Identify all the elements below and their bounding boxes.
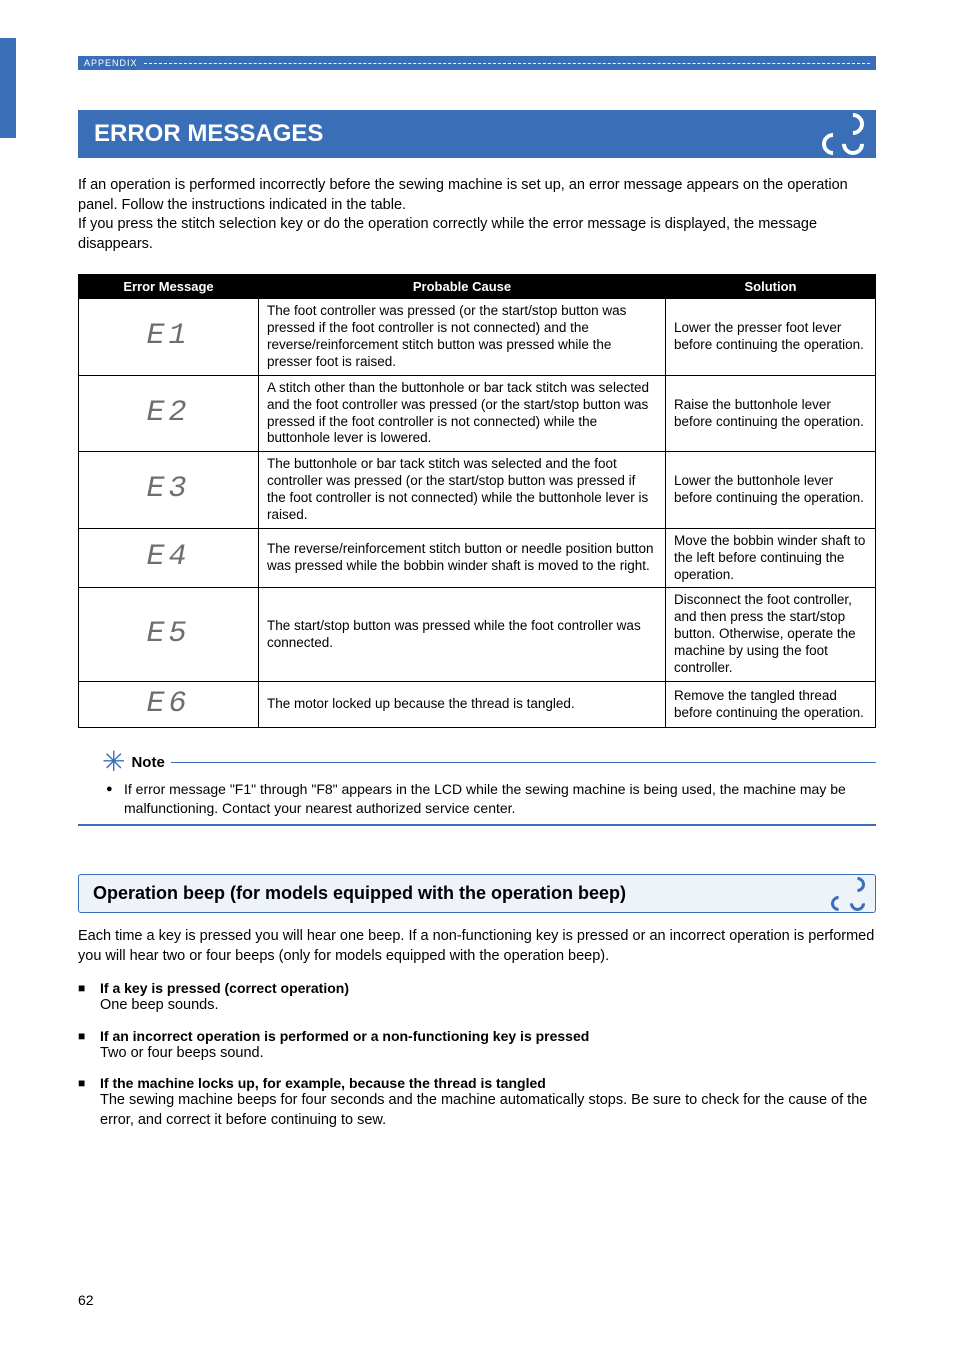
subsection-intro: Each time a key is pressed you will hear… [78, 927, 876, 966]
cell-code: E4 [79, 528, 259, 588]
error-code: E4 [146, 540, 190, 574]
intro-line: If an operation is performed incorrectly… [78, 176, 876, 215]
cell-cause: The reverse/reinforcement stitch button … [259, 528, 666, 588]
error-code: E2 [146, 396, 190, 430]
cell-solution: Lower the presser foot lever before cont… [666, 299, 876, 376]
error-code: E1 [146, 319, 190, 353]
subsection-title-banner: Operation beep (for models equipped with… [78, 874, 876, 913]
list-item-body: Two or four beeps sound. [100, 1044, 876, 1064]
cell-code: E5 [79, 588, 259, 681]
table-row: E3 The buttonhole or bar tack stitch was… [79, 452, 876, 529]
th-error-message: Error Message [79, 275, 259, 299]
note-label: Note [131, 754, 164, 771]
cell-cause: The motor locked up because the thread i… [259, 681, 666, 728]
header-bar: APPENDIX [78, 56, 876, 70]
header-dash-line [144, 63, 870, 64]
note-block: ✳ Note If error message "F1" through "F8… [78, 748, 876, 826]
table-header-row: Error Message Probable Cause Solution [79, 275, 876, 299]
cell-cause: A stitch other than the buttonhole or ba… [259, 375, 666, 452]
cell-solution: Remove the tangled thread before continu… [666, 681, 876, 728]
note-text: If error message "F1" through "F8" appea… [106, 780, 876, 818]
cell-solution: Disconnect the foot controller, and then… [666, 588, 876, 681]
error-messages-table: Error Message Probable Cause Solution E1… [78, 274, 876, 728]
table-row: E5 The start/stop button was pressed whi… [79, 588, 876, 681]
table-row: E1 The foot controller was pressed (or t… [79, 299, 876, 376]
list-item-title: If the machine locks up, for example, be… [100, 1075, 876, 1091]
list-item: If the machine locks up, for example, be… [78, 1075, 876, 1130]
note-heading: ✳ Note [102, 748, 876, 776]
cell-solution: Raise the buttonhole lever before contin… [666, 375, 876, 452]
table-row: E4 The reverse/reinforcement stitch butt… [79, 528, 876, 588]
section-title-banner: ERROR MESSAGES [78, 110, 876, 158]
cell-code: E6 [79, 681, 259, 728]
intro-paragraph: If an operation is performed incorrectly… [78, 176, 876, 254]
header-section-label: APPENDIX [78, 58, 138, 68]
list-item-title: If a key is pressed (correct operation) [100, 980, 876, 996]
intro-line: If you press the stitch selection key or… [78, 215, 876, 254]
list-item-body: One beep sounds. [100, 996, 876, 1016]
banner-decoration-icon [820, 111, 866, 157]
error-code: E5 [146, 617, 190, 651]
cell-code: E2 [79, 375, 259, 452]
th-probable-cause: Probable Cause [259, 275, 666, 299]
list-item: If an incorrect operation is performed o… [78, 1028, 876, 1064]
list-item: If a key is pressed (correct operation) … [78, 980, 876, 1016]
error-code: E3 [146, 472, 190, 506]
note-bottom-line [78, 824, 876, 826]
list-item-body: The sewing machine beeps for four second… [100, 1091, 876, 1130]
list-item-title: If an incorrect operation is performed o… [100, 1028, 876, 1044]
note-head-line [171, 762, 876, 763]
cell-code: E1 [79, 299, 259, 376]
note-icon: ✳ [102, 748, 125, 776]
subsection-title: Operation beep (for models equipped with… [93, 883, 626, 903]
page-number: 62 [78, 1292, 94, 1308]
cell-solution: Move the bobbin winder shaft to the left… [666, 528, 876, 588]
cell-solution: Lower the buttonhole lever before contin… [666, 452, 876, 529]
cell-code: E3 [79, 452, 259, 529]
cell-cause: The buttonhole or bar tack stitch was se… [259, 452, 666, 529]
page-body: ERROR MESSAGES If an operation is perfor… [78, 110, 876, 1142]
table-row: E6 The motor locked up because the threa… [79, 681, 876, 728]
side-tab [0, 38, 16, 138]
section-title: ERROR MESSAGES [94, 120, 323, 147]
cell-cause: The start/stop button was pressed while … [259, 588, 666, 681]
error-code: E6 [146, 687, 190, 721]
cell-cause: The foot controller was pressed (or the … [259, 299, 666, 376]
subbanner-decoration-icon [831, 877, 865, 911]
table-row: E2 A stitch other than the buttonhole or… [79, 375, 876, 452]
th-solution: Solution [666, 275, 876, 299]
